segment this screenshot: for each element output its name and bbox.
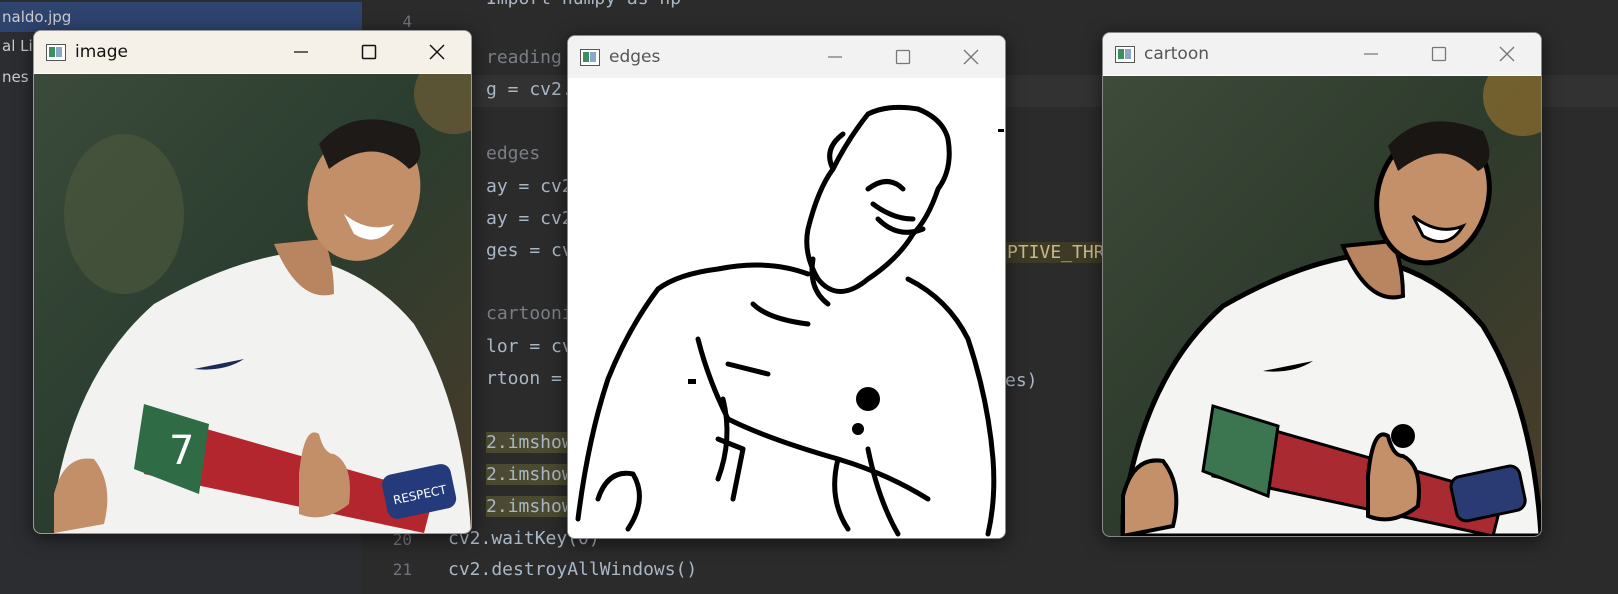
edges-window[interactable]: edges <box>567 35 1006 539</box>
code-line: 2.imshow <box>486 464 573 485</box>
minimize-button[interactable] <box>1337 33 1405 75</box>
image-canvas: 7 RESPECT <box>34 74 471 533</box>
window-title: image <box>75 42 128 62</box>
jersey-number: 7 <box>169 428 194 474</box>
maximize-icon <box>895 49 911 65</box>
edges-canvas <box>568 79 1005 538</box>
image-window[interactable]: image 7 RESPECT <box>33 30 472 534</box>
minimize-icon <box>828 56 842 58</box>
code-line: 2.imshow <box>486 432 573 453</box>
code-line: ay = cv2 <box>486 208 573 229</box>
window-title: cartoon <box>1144 44 1209 64</box>
image-window-titlebar[interactable]: image <box>34 31 471 73</box>
code-line: cv2.destroyAllWindows() <box>448 559 698 580</box>
minimize-icon <box>294 51 308 53</box>
close-button[interactable] <box>937 36 1005 78</box>
close-button[interactable] <box>403 31 471 73</box>
window-app-icon <box>46 43 66 61</box>
close-icon <box>963 49 979 65</box>
line-number: 4 <box>402 12 412 31</box>
minimize-button[interactable] <box>267 31 335 73</box>
project-file-item[interactable]: naldo.jpg <box>0 2 362 32</box>
minimize-button[interactable] <box>801 36 869 78</box>
minimize-icon <box>1364 53 1378 55</box>
code-line: ay = cv2 <box>486 176 573 197</box>
close-button[interactable] <box>1473 33 1541 75</box>
line-number: 21 <box>392 560 412 579</box>
code-highlight: 2.imshow <box>486 464 573 485</box>
code-line: Import numpy as np <box>486 0 681 9</box>
code-fragment: es) <box>1005 370 1038 391</box>
window-app-icon <box>580 48 600 66</box>
code-comment: edges <box>486 143 541 164</box>
maximize-icon <box>1431 46 1447 62</box>
code-constant-fragment: PTIVE_THR <box>1005 242 1107 263</box>
code-highlight: 2.imshow <box>486 432 573 453</box>
window-title: edges <box>609 47 661 67</box>
code-line: 2.imshow <box>486 496 573 517</box>
code-highlight: 2.imshow <box>486 496 573 517</box>
maximize-button[interactable] <box>335 31 403 73</box>
maximize-button[interactable] <box>869 36 937 78</box>
maximize-icon <box>361 44 377 60</box>
window-app-icon <box>1115 45 1135 63</box>
close-icon <box>429 44 445 60</box>
cartoon-photo <box>1103 76 1541 536</box>
cartoon-canvas <box>1103 76 1541 536</box>
close-icon <box>1499 46 1515 62</box>
edges-sketch <box>568 79 1005 538</box>
player-photo: 7 RESPECT <box>34 74 471 533</box>
cartoon-window-titlebar[interactable]: cartoon <box>1103 33 1541 75</box>
maximize-button[interactable] <box>1405 33 1473 75</box>
edges-window-titlebar[interactable]: edges <box>568 36 1005 78</box>
cartoon-window[interactable]: cartoon <box>1102 32 1542 537</box>
